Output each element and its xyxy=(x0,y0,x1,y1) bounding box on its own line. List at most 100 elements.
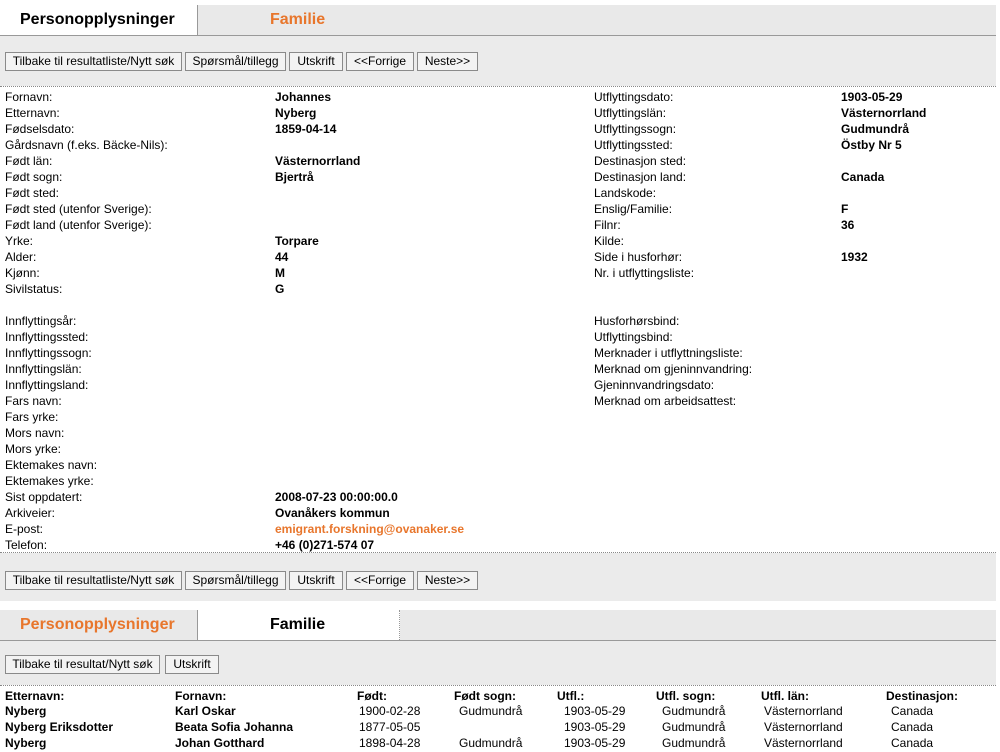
table-cell: Canada xyxy=(891,704,934,718)
field-value: 36 xyxy=(841,218,855,232)
print-button-bottom[interactable]: Utskrift xyxy=(289,571,343,590)
field-label: Født sogn: xyxy=(5,170,63,184)
field-label: Mors navn: xyxy=(5,426,65,440)
field-label: Kjønn: xyxy=(5,266,40,280)
field-label: Utflyttingsdato: xyxy=(594,90,674,104)
table-cell: Canada xyxy=(891,736,934,750)
field-value: F xyxy=(841,202,849,216)
field-label: Merknad om gjeninnvandring: xyxy=(594,362,753,376)
table-cell: Gudmundrå xyxy=(662,736,726,750)
field-label: Født sted (utenfor Sverige): xyxy=(5,202,152,216)
field-label: Utflyttingslän: xyxy=(594,106,667,120)
tab-family[interactable]: Familie xyxy=(270,5,325,35)
field-value: Johannes xyxy=(275,90,332,104)
tab-family-active[interactable]: Familie xyxy=(198,610,400,640)
field-value: Canada xyxy=(841,170,885,184)
email-link[interactable]: emigrant.forskning@ovanaker.se xyxy=(275,521,464,537)
field-label: Gjeninnvandringsdato: xyxy=(594,378,715,392)
back-to-results-button[interactable]: Tilbake til resultatliste/Nytt søk xyxy=(5,52,182,71)
family-back-button[interactable]: Tilbake til resultat/Nytt søk xyxy=(5,655,160,674)
field-value: 44 xyxy=(275,250,289,264)
field-label: Utflyttingsbind: xyxy=(594,330,673,344)
field-label: Fornavn: xyxy=(5,90,53,104)
table-cell: Västernorrland xyxy=(764,736,843,750)
field-value: Ovanåkers kommun xyxy=(275,506,390,520)
field-label: Arkiveier: xyxy=(5,506,56,520)
tab-personal[interactable]: Personopplysninger xyxy=(0,5,198,35)
field-label: Fars yrke: xyxy=(5,410,59,424)
table-cell: Karl Oskar xyxy=(175,704,236,718)
field-label: Kilde: xyxy=(594,234,625,248)
field-label: Enslig/Familie: xyxy=(594,202,673,216)
field-value: 1903-05-29 xyxy=(841,90,903,104)
table-cell: Nyberg xyxy=(5,704,47,718)
field-value: M xyxy=(275,266,285,280)
field-value: Torpare xyxy=(275,234,319,248)
question-button-bottom[interactable]: Spørsmål/tillegg xyxy=(185,571,286,590)
next-button-bottom[interactable]: Neste>> xyxy=(417,571,478,590)
field-label: Født sted: xyxy=(5,186,60,200)
field-value: +46 (0)271-574 07 xyxy=(275,538,375,552)
table-cell: Beata Sofia Johanna xyxy=(175,720,294,734)
field-label: Destinasjon sted: xyxy=(594,154,687,168)
field-label: Ektemakes yrke: xyxy=(5,474,94,488)
table-cell: Västernorrland xyxy=(764,720,843,734)
field-value: Östby Nr 5 xyxy=(841,138,902,152)
column-header: Destinasjon: xyxy=(886,689,959,703)
column-header: Utfl. län: xyxy=(761,689,809,703)
field-label: Fars navn: xyxy=(5,394,62,408)
field-label: Mors yrke: xyxy=(5,442,62,456)
field-value: 1932 xyxy=(841,250,868,264)
field-value: Nyberg xyxy=(275,106,317,120)
field-label: Innflyttingsland: xyxy=(5,378,89,392)
print-button[interactable]: Utskrift xyxy=(289,52,343,71)
family-print-button[interactable]: Utskrift xyxy=(165,655,219,674)
field-label: Yrke: xyxy=(5,234,34,248)
field-label: Side i husforhør: xyxy=(594,250,683,264)
table-cell: Gudmundrå xyxy=(459,704,523,718)
field-label: Alder: xyxy=(5,250,37,264)
column-header: Utfl.: xyxy=(557,689,585,703)
field-label: Sivilstatus: xyxy=(5,282,63,296)
table-cell: 1900-02-28 xyxy=(359,704,421,718)
separator-top xyxy=(0,86,996,87)
back-to-results-button-bottom[interactable]: Tilbake til resultatliste/Nytt søk xyxy=(5,571,182,590)
field-label: Destinasjon land: xyxy=(594,170,687,184)
column-header: Født sogn: xyxy=(454,689,516,703)
table-cell: 1898-04-28 xyxy=(359,736,421,750)
field-value: Västernorrland xyxy=(841,106,927,120)
separator-family xyxy=(0,685,996,686)
prev-button-bottom[interactable]: <<Forrige xyxy=(346,571,414,590)
field-label: Født län: xyxy=(5,154,53,168)
field-label: Etternavn: xyxy=(5,106,60,120)
table-cell: Gudmundrå xyxy=(662,704,726,718)
table-cell: Gudmundrå xyxy=(662,720,726,734)
field-label: Merknader i utflyttningsliste: xyxy=(594,346,743,360)
prev-button[interactable]: <<Forrige xyxy=(346,52,414,71)
field-label: Filnr: xyxy=(594,218,621,232)
field-label: Merknad om arbeidsattest: xyxy=(594,394,737,408)
table-cell: 1903-05-29 xyxy=(564,736,626,750)
field-label: E-post: xyxy=(5,522,44,536)
column-header: Utfl. sogn: xyxy=(656,689,716,703)
field-label: Ektemakes navn: xyxy=(5,458,98,472)
tab-personal-family[interactable]: Personopplysninger xyxy=(0,610,198,640)
question-button[interactable]: Spørsmål/tillegg xyxy=(185,52,286,71)
table-cell: 1903-05-29 xyxy=(564,704,626,718)
field-label: Innflyttingsår: xyxy=(5,314,77,328)
table-cell: Canada xyxy=(891,720,934,734)
field-label: Sist oppdatert: xyxy=(5,490,83,504)
field-label: Født land (utenfor Sverige): xyxy=(5,218,152,232)
field-value: Gudmundrå xyxy=(841,122,909,136)
field-label: Telefon: xyxy=(5,538,48,552)
table-cell: 1903-05-29 xyxy=(564,720,626,734)
field-label: Husforhørsbind: xyxy=(594,314,680,328)
field-label: Innflyttingssted: xyxy=(5,330,89,344)
field-value: G xyxy=(275,282,285,296)
field-value: Västernorrland xyxy=(275,154,361,168)
field-label: Landskode: xyxy=(594,186,657,200)
next-button[interactable]: Neste>> xyxy=(417,52,478,71)
field-label: Innflyttingslän: xyxy=(5,362,82,376)
table-cell: Nyberg Eriksdotter xyxy=(5,720,114,734)
field-label: Fødselsdato: xyxy=(5,122,75,136)
